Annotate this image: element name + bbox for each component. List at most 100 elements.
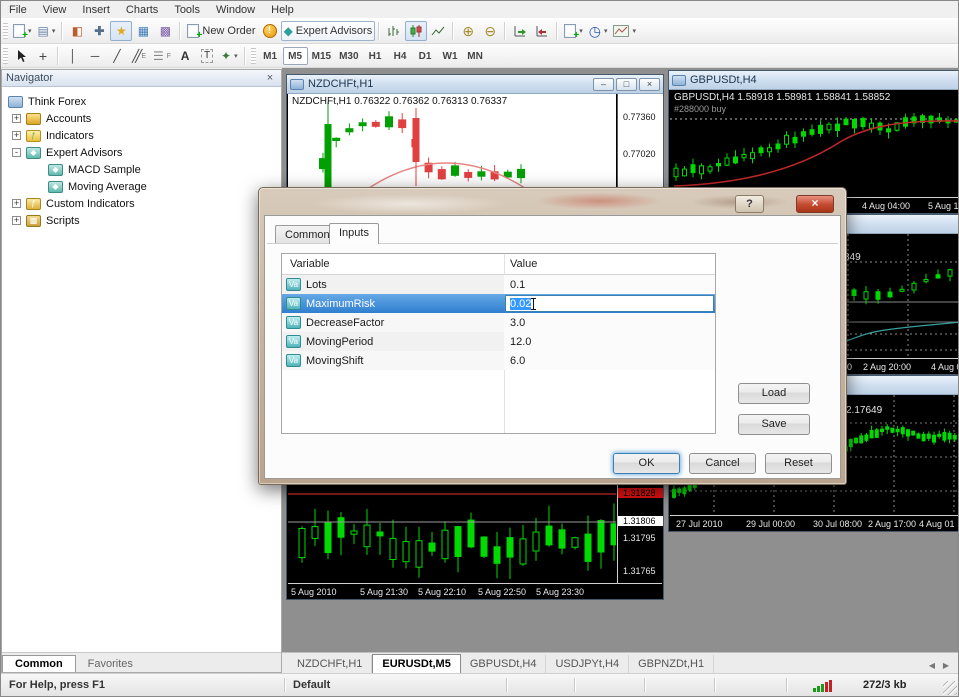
expand-icon[interactable]: +: [12, 199, 21, 208]
timeframe-h1[interactable]: H1: [363, 47, 388, 65]
window-titlebar[interactable]: GBPUSDt,H4: [669, 71, 958, 90]
reset-button[interactable]: Reset: [765, 453, 832, 474]
expand-icon[interactable]: +: [12, 114, 21, 123]
menu-charts[interactable]: Charts: [118, 3, 166, 17]
menu-file[interactable]: File: [1, 3, 35, 17]
timeframe-m15[interactable]: M15: [308, 47, 335, 65]
load-button[interactable]: Load: [738, 383, 810, 404]
arrows-button[interactable]: ✦▾: [218, 46, 241, 66]
navigator-tab-favorites[interactable]: Favorites: [76, 656, 145, 672]
text-label-button[interactable]: T: [196, 46, 218, 66]
timeframe-h4[interactable]: H4: [388, 47, 413, 65]
dialog-tab-inputs[interactable]: Inputs: [329, 223, 379, 244]
chart-tab-nzdchf[interactable]: NZDCHFt,H1: [288, 655, 372, 673]
menu-help[interactable]: Help: [263, 3, 302, 17]
text-button[interactable]: A: [174, 46, 196, 66]
bar-chart-button[interactable]: [383, 21, 405, 41]
cancel-button[interactable]: Cancel: [689, 453, 756, 474]
vertical-line-button[interactable]: │: [62, 46, 84, 66]
expand-icon[interactable]: +: [12, 131, 21, 140]
tree-item-scripts[interactable]: + ▩ Scripts: [2, 212, 281, 229]
navigator-button[interactable]: ★: [110, 21, 132, 41]
terminal-button[interactable]: ▦: [132, 21, 154, 41]
timeframe-w1[interactable]: W1: [438, 47, 463, 65]
close-button[interactable]: ×: [796, 195, 834, 213]
window-titlebar[interactable]: NZDCHFt,H1 – □ ×: [287, 75, 663, 94]
profiles-button[interactable]: ▤ ▾: [35, 21, 59, 41]
table-row-movingperiod[interactable]: VaMovingPeriod 12.0: [282, 332, 715, 351]
tab-scroll-right-icon[interactable]: ▶: [940, 661, 952, 670]
timeframe-m1[interactable]: M1: [258, 47, 283, 65]
menu-tools[interactable]: Tools: [166, 3, 208, 17]
close-button[interactable]: ×: [639, 78, 660, 91]
tree-item-custom-indicators[interactable]: + ƒ Custom Indicators: [2, 195, 281, 212]
strategy-tester-button[interactable]: ▩: [154, 21, 176, 41]
expert-advisors-button[interactable]: ◆ Expert Advisors: [281, 21, 376, 41]
table-row-movingshift[interactable]: VaMovingShift 6.0: [282, 351, 715, 370]
zoom-out-button[interactable]: ⊖: [479, 21, 501, 41]
fibonacci-button[interactable]: ☰F: [150, 46, 174, 66]
timeframe-d1[interactable]: D1: [413, 47, 438, 65]
ok-button[interactable]: OK: [613, 453, 680, 474]
metaeditor-button[interactable]: !: [259, 21, 281, 41]
crosshair-button[interactable]: +: [32, 46, 54, 66]
restore-button[interactable]: □: [616, 78, 637, 91]
timeframe-m30[interactable]: M30: [335, 47, 362, 65]
expert-advisor-icon: ◆: [26, 147, 41, 159]
indicators-button[interactable]: + ▾: [561, 21, 586, 41]
chart-shift-button[interactable]: [531, 21, 553, 41]
tree-item-expert-advisors[interactable]: - ◆ Expert Advisors: [2, 144, 281, 161]
horizontal-line-button[interactable]: ─: [84, 46, 106, 66]
close-icon[interactable]: ×: [263, 72, 277, 85]
navigator-tab-common[interactable]: Common: [2, 655, 76, 672]
collapse-icon[interactable]: -: [12, 148, 21, 157]
timeframe-m5[interactable]: M5: [283, 47, 308, 65]
table-row-maximumrisk[interactable]: VaMaximumRisk 0.02: [282, 294, 715, 313]
chart-tab-eurusd[interactable]: EURUSDt,M5: [372, 654, 460, 673]
market-watch-button[interactable]: ◧: [66, 21, 88, 41]
tree-item-indicators[interactable]: + ƒ Indicators: [2, 127, 281, 144]
tab-scroll-left-icon[interactable]: ◀: [926, 661, 938, 670]
menu-insert[interactable]: Insert: [74, 3, 118, 17]
new-chart-button[interactable]: + ▾: [10, 21, 35, 41]
toolbar-grip[interactable]: [251, 48, 256, 64]
candlestick-chart-button[interactable]: [405, 21, 427, 41]
time-axis[interactable]: 5 Aug 2010 5 Aug 21:30 5 Aug 22:10 5 Aug…: [288, 583, 662, 598]
expand-icon[interactable]: +: [12, 216, 21, 225]
save-button[interactable]: Save: [738, 414, 810, 435]
data-window-button[interactable]: ✚: [88, 21, 110, 41]
tree-item-macd-sample[interactable]: ◆ MACD Sample: [2, 161, 281, 178]
menu-window[interactable]: Window: [208, 3, 263, 17]
line-chart-button[interactable]: [427, 21, 449, 41]
time-axis[interactable]: 27 Jul 2010 29 Jul 00:00 30 Jul 08:00 2 …: [670, 515, 958, 530]
resize-grip[interactable]: [943, 681, 957, 695]
table-row-lots[interactable]: VaLots 0.1: [282, 275, 715, 294]
minimize-button[interactable]: –: [593, 78, 614, 91]
toolbar-grip[interactable]: [3, 23, 8, 39]
help-button[interactable]: ?: [735, 195, 764, 213]
toolbar-grip[interactable]: [3, 48, 8, 64]
navigator-titlebar[interactable]: Navigator ×: [2, 70, 281, 87]
cursor-button[interactable]: [10, 46, 32, 66]
periods-button[interactable]: ◷ ▾: [586, 21, 611, 41]
chart-tab-usdjpy[interactable]: USDJPYt,H4: [546, 655, 629, 673]
menu-view[interactable]: View: [35, 3, 75, 17]
zoom-in-button[interactable]: ⊕: [457, 21, 479, 41]
scripts-icon: ▩: [26, 215, 41, 227]
chart-plot[interactable]: GBPUSDt,H4 1.58918 1.58981 1.58841 1.588…: [670, 90, 958, 197]
templates-button[interactable]: ▾: [610, 21, 639, 41]
auto-scroll-button[interactable]: [509, 21, 531, 41]
status-profile[interactable]: Default: [293, 679, 330, 691]
table-row-decreasefactor[interactable]: VaDecreaseFactor 3.0: [282, 313, 715, 332]
trendline-button[interactable]: ╱: [106, 46, 128, 66]
value-edit-field[interactable]: 0.02: [505, 295, 714, 312]
chart-tab-gbpusd[interactable]: GBPUSDt,H4: [461, 655, 547, 673]
tree-item-accounts[interactable]: + Accounts: [2, 110, 281, 127]
channel-button[interactable]: ╱╱E: [128, 46, 150, 66]
tree-item-moving-average[interactable]: ◆ Moving Average: [2, 178, 281, 195]
timeframe-mn[interactable]: MN: [463, 47, 488, 65]
chart-tab-gbpnzd[interactable]: GBPNZDt,H1: [629, 655, 714, 673]
new-order-button[interactable]: + New Order: [184, 21, 258, 41]
window-title: GBPUSDt,H4: [690, 74, 757, 86]
tree-item-think-forex[interactable]: Think Forex: [2, 93, 281, 110]
